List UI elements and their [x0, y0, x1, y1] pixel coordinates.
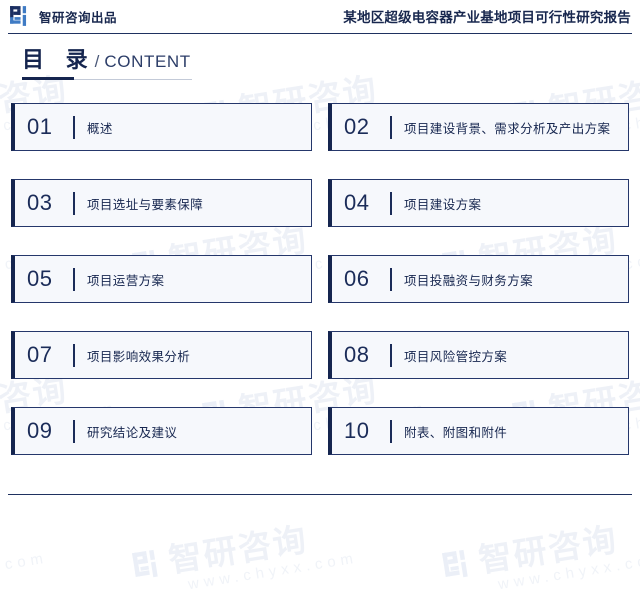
toc-item-number: 04	[344, 190, 370, 215]
toc-item-divider	[390, 267, 392, 291]
watermark-url: www.chyxx.com	[496, 549, 640, 594]
watermark-url: www.chyxx.com	[0, 549, 50, 594]
toc-item-02[interactable]: 02 项目建设背景、需求分析及产出方案	[328, 103, 629, 151]
watermark-tile: 智研咨询www.chyxx.com	[130, 515, 359, 601]
toc-item-08[interactable]: 08 项目风险管控方案	[328, 331, 629, 379]
toc-item-number: 06	[344, 266, 370, 291]
watermark-tile: 智研咨询www.chyxx.com	[440, 515, 640, 601]
toc-item-divider	[73, 191, 75, 215]
page-title-underline-accent	[22, 77, 74, 80]
toc-item-divider	[390, 419, 392, 443]
page-title-en: CONTENT	[104, 52, 191, 71]
toc-item-09[interactable]: 09 研究结论及建议	[11, 407, 312, 455]
footer-divider	[8, 494, 632, 495]
toc-item-label: 项目投融资与财务方案	[404, 272, 534, 288]
toc-item-divider	[390, 191, 392, 215]
toc-item-divider	[73, 115, 75, 139]
toc-item-divider	[390, 343, 392, 367]
toc-item-number: 07	[27, 342, 53, 367]
toc-item-number: 08	[344, 342, 370, 367]
page-header	[0, 0, 640, 34]
toc-item-number: 09	[27, 418, 53, 443]
toc-item-divider	[390, 115, 392, 139]
toc-item-label: 项目选址与要素保障	[87, 196, 204, 212]
zhiyan-logo-icon	[441, 549, 468, 577]
toc-item-05[interactable]: 05 项目运营方案	[11, 255, 312, 303]
toc-item-03[interactable]: 03 项目选址与要素保障	[11, 179, 312, 227]
toc-item-divider	[73, 343, 75, 367]
watermark-name: 智研咨询	[476, 519, 621, 580]
header-divider	[8, 33, 632, 34]
toc-item-divider	[73, 267, 75, 291]
watermark-tile: 智研咨询www.chyxx.com	[0, 515, 49, 601]
toc-item-07[interactable]: 07 项目影响效果分析	[11, 331, 312, 379]
toc-item-number: 02	[344, 114, 370, 139]
toc-item-number: 01	[27, 114, 53, 139]
toc-item-label: 研究结论及建议	[87, 424, 178, 440]
toc-item-10[interactable]: 10 附表、附图和附件	[328, 407, 629, 455]
page-title-underline	[74, 78, 192, 80]
zhiyan-logo-icon	[131, 549, 158, 577]
watermark-name: 智研咨询	[166, 519, 311, 580]
watermark-url: www.chyxx.com	[186, 549, 360, 594]
toc-item-label: 概述	[87, 120, 113, 136]
page-title-separator: /	[94, 52, 100, 71]
toc-item-number: 10	[344, 418, 370, 443]
toc-item-06[interactable]: 06 项目投融资与财务方案	[328, 255, 629, 303]
toc-item-divider	[73, 419, 75, 443]
toc-item-label: 项目影响效果分析	[87, 348, 191, 364]
toc-item-01[interactable]: 01 概述	[11, 103, 312, 151]
page-title: 目 录 / CONTENT	[22, 42, 192, 80]
toc-item-label: 项目建设背景、需求分析及产出方案	[404, 120, 611, 136]
toc-item-label: 附表、附图和附件	[404, 424, 508, 440]
toc-item-label: 项目风险管控方案	[404, 348, 508, 364]
toc-item-04[interactable]: 04 项目建设方案	[328, 179, 629, 227]
toc-item-label: 项目建设方案	[404, 196, 482, 212]
toc-list: 01 概述 02 项目建设背景、需求分析及产出方案 03 项目选址与要素保障 04 项目建设方…	[11, 103, 629, 455]
toc-item-number: 03	[27, 190, 53, 215]
page-title-cn: 目 录	[22, 48, 95, 73]
toc-item-number: 05	[27, 266, 53, 291]
toc-item-label: 项目运营方案	[87, 272, 165, 288]
